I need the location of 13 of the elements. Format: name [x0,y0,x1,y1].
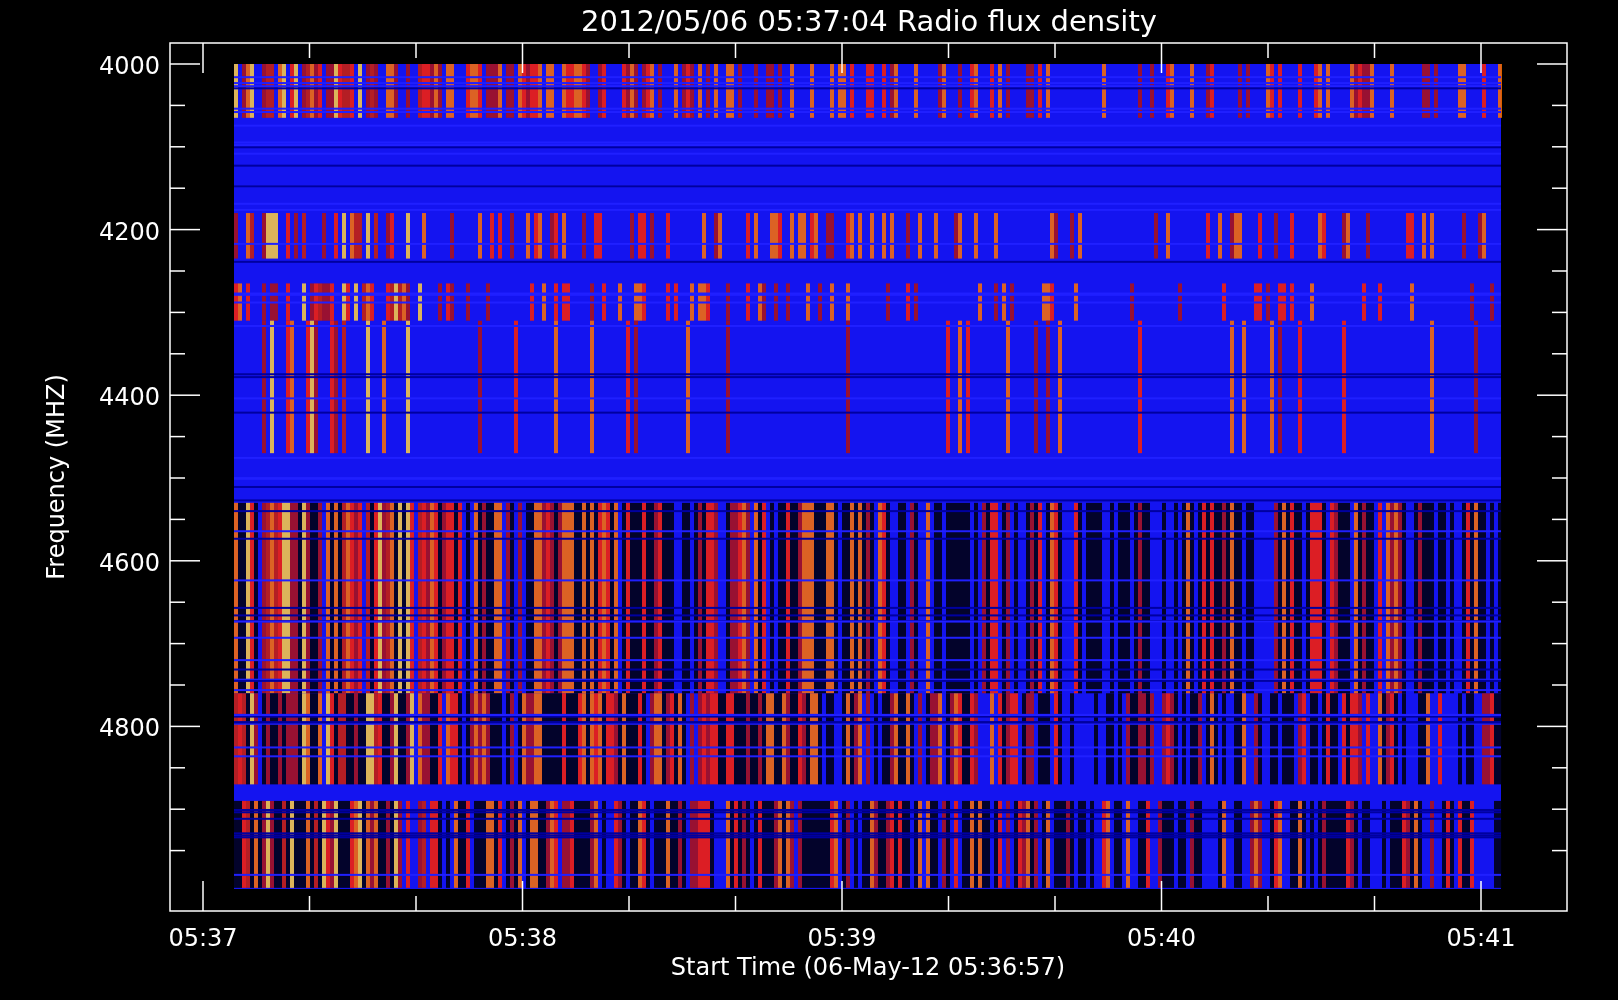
x-tick-label: 05:40 [1126,924,1197,952]
x-tick-label: 05:37 [168,924,238,952]
y-axis-label: Frequency (MHZ) [42,374,70,580]
x-tick-label: 05:38 [487,924,558,952]
x-axis-label: Start Time (06-May-12 05:36:57) [670,953,1066,981]
y-tick-label: 4000 [98,52,160,80]
y-tick-label: 4800 [98,714,160,743]
chart-title: 2012/05/06 05:37:04 Radio flux density [581,4,1157,38]
y-tick-label: 4600 [98,548,160,577]
x-tick-label: 05:39 [807,924,877,952]
y-tick-label: 4400 [98,383,160,412]
y-tick-label: 4200 [98,217,160,246]
x-tick-label: 05:41 [1446,924,1516,952]
